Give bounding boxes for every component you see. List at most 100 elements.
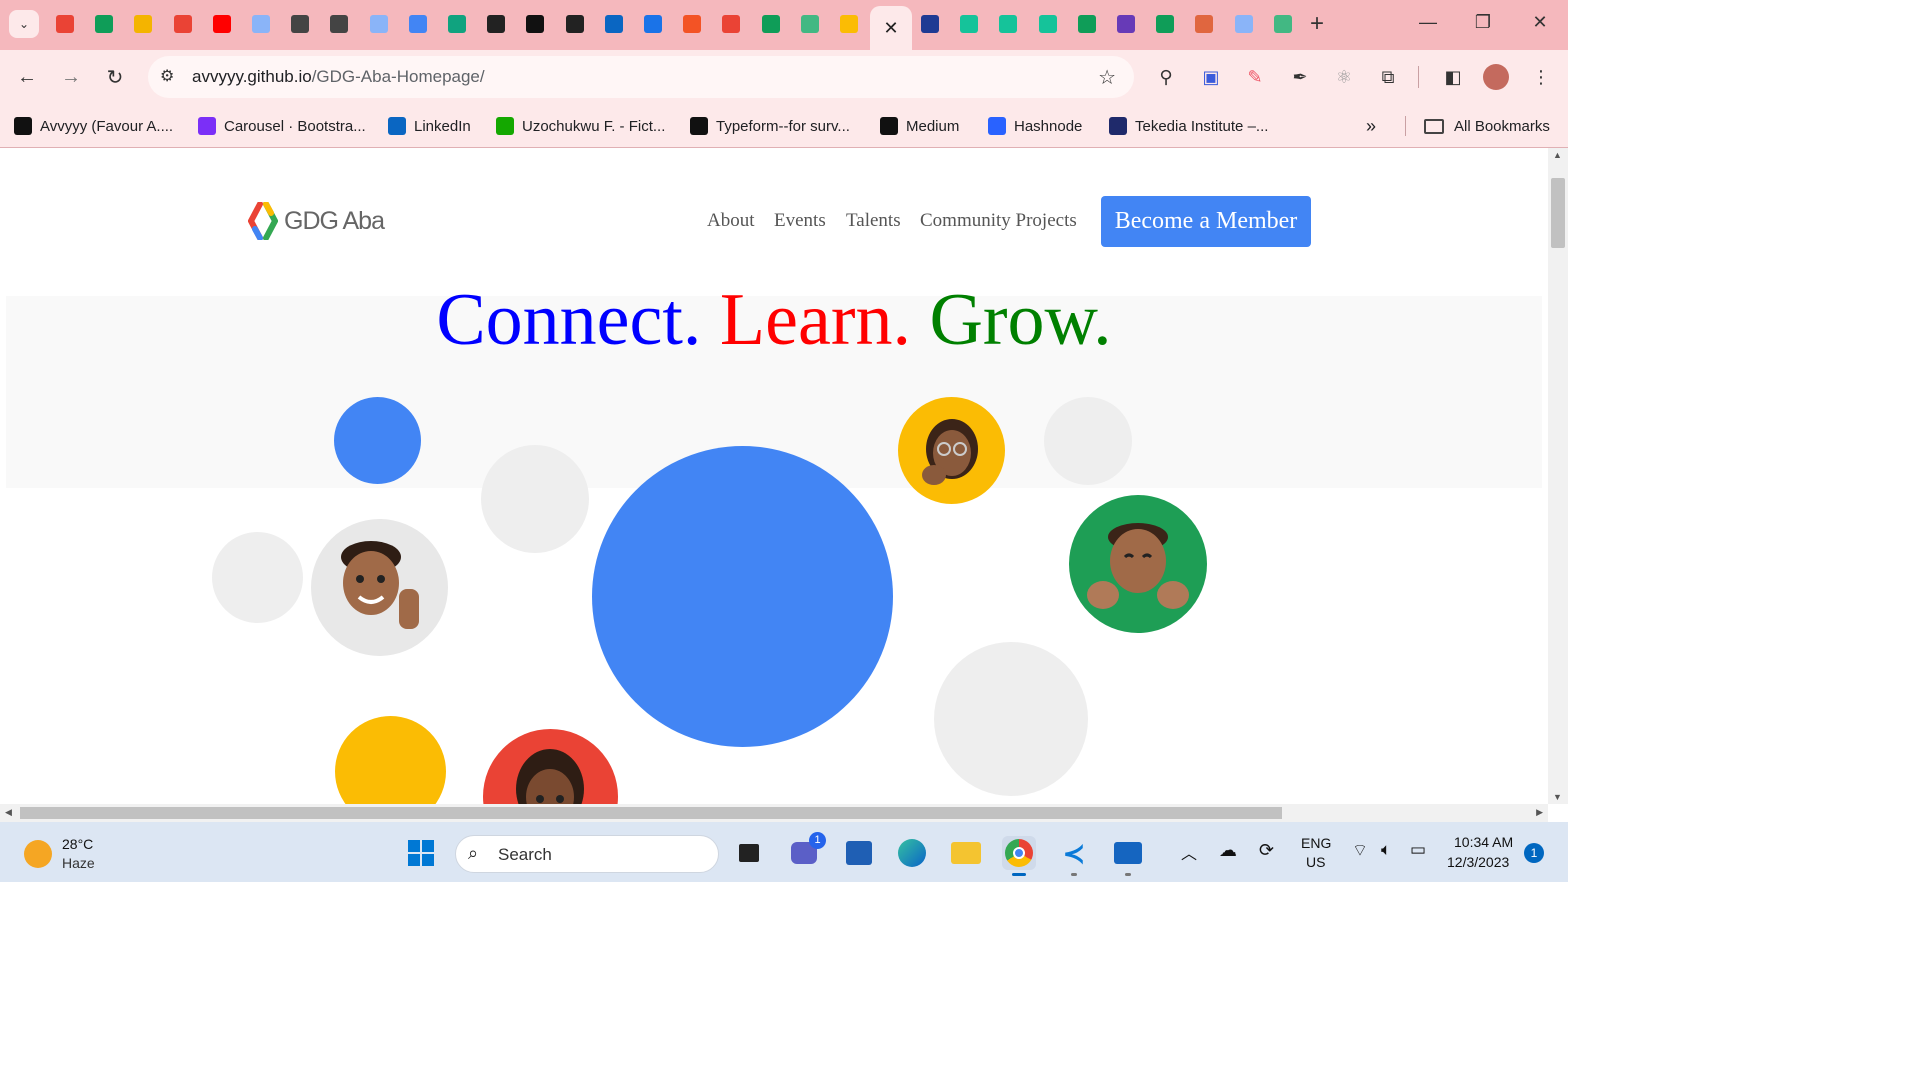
window-close-button[interactable]: ✕: [1525, 12, 1555, 33]
browser-tab[interactable]: [50, 9, 80, 39]
gdg-logo-icon: [248, 202, 278, 240]
browser-tab[interactable]: [1189, 9, 1219, 39]
side-panel-icon[interactable]: ◧: [1440, 64, 1466, 90]
task-view-button[interactable]: [732, 836, 766, 870]
profile-avatar[interactable]: [1483, 64, 1509, 90]
bookmark-item[interactable]: Typeform--for surv...: [690, 114, 850, 138]
horizontal-scroll-thumb[interactable]: [20, 807, 1282, 819]
microsoft-store-button[interactable]: [842, 836, 876, 870]
clock-time[interactable]: 10:34 AM: [1454, 834, 1513, 850]
bookmark-item[interactable]: Medium: [880, 114, 959, 138]
bookmark-star-icon[interactable]: ☆: [1098, 65, 1116, 90]
browser-tab[interactable]: [403, 9, 433, 39]
chevron-up-icon[interactable]: ︿: [1181, 840, 1197, 864]
browser-tab[interactable]: [756, 9, 786, 39]
bookmark-item[interactable]: Uzochukwu F. - Fict...: [496, 114, 665, 138]
browser-tab[interactable]: [442, 9, 472, 39]
bookmark-item[interactable]: Carousel · Bootstra...: [198, 114, 366, 138]
browser-tab[interactable]: [1229, 9, 1259, 39]
browser-tab[interactable]: [520, 9, 550, 39]
close-icon[interactable]: ✕: [883, 18, 898, 39]
browser-tab[interactable]: [993, 9, 1023, 39]
notification-badge[interactable]: 1: [1524, 843, 1544, 863]
wifi-icon[interactable]: ⌔: [1352, 840, 1368, 861]
bookmark-item[interactable]: Avvyyy (Favour A....: [14, 114, 173, 138]
back-button[interactable]: ←: [12, 62, 42, 92]
browser-tab[interactable]: [168, 9, 198, 39]
browser-tab[interactable]: [1268, 9, 1298, 39]
tab-search-button[interactable]: ⌄: [9, 10, 39, 38]
scroll-down-arrow-icon[interactable]: ▼: [1553, 792, 1562, 802]
teams-chat-button[interactable]: 1: [787, 832, 826, 870]
start-button[interactable]: [404, 836, 438, 870]
extension-icon[interactable]: ✎: [1242, 64, 1268, 90]
bookmark-item[interactable]: Tekedia Institute –...: [1109, 114, 1268, 138]
sync-icon[interactable]: ⟳: [1259, 840, 1274, 861]
all-bookmarks-button[interactable]: All Bookmarks: [1424, 114, 1550, 138]
react-devtools-icon[interactable]: ⚛: [1331, 64, 1357, 90]
browser-tab[interactable]: [481, 9, 511, 39]
scroll-left-arrow-icon[interactable]: ◀: [5, 807, 12, 818]
browser-tab[interactable]: [716, 9, 746, 39]
browser-tab[interactable]: [834, 9, 864, 39]
battery-icon[interactable]: ▭: [1410, 840, 1426, 860]
reload-button[interactable]: ↻: [100, 62, 130, 92]
site-info-icon[interactable]: ⚙: [160, 66, 174, 86]
browser-tab[interactable]: [207, 9, 237, 39]
browser-tab[interactable]: [324, 9, 354, 39]
vscode-button[interactable]: ≺: [1057, 836, 1091, 876]
nav-events[interactable]: Events: [774, 210, 826, 232]
media-player-icon: [1114, 842, 1142, 864]
eyedropper-extension-icon[interactable]: ✒: [1287, 64, 1313, 90]
nav-community-projects[interactable]: Community Projects: [920, 210, 1077, 232]
language-line2[interactable]: US: [1306, 854, 1325, 870]
browser-tab[interactable]: [638, 9, 668, 39]
taskbar-search[interactable]: ⌕ Search: [455, 835, 719, 873]
menu-kebab-icon[interactable]: ⋮: [1528, 64, 1554, 90]
browser-tab[interactable]: [128, 9, 158, 39]
vertical-scroll-thumb[interactable]: [1551, 178, 1565, 248]
scroll-right-arrow-icon[interactable]: ▶: [1536, 807, 1543, 818]
browser-tab[interactable]: [246, 9, 276, 39]
browser-tab[interactable]: [89, 9, 119, 39]
tie-favicon-icon: [644, 15, 662, 33]
onedrive-cloud-icon[interactable]: ☁: [1219, 840, 1237, 861]
volume-icon[interactable]: 🔈︎: [1381, 840, 1391, 860]
tab-active[interactable]: ✕: [870, 6, 912, 50]
extension-icon[interactable]: ⚲: [1153, 64, 1179, 90]
media-player-button[interactable]: [1111, 836, 1145, 876]
edge-button[interactable]: [895, 836, 929, 870]
clock-date[interactable]: 12/3/2023: [1447, 854, 1509, 870]
browser-tab[interactable]: [285, 9, 315, 39]
browser-tab[interactable]: [1033, 9, 1063, 39]
address-bar[interactable]: ⚙ avvyyy.github.io/GDG-Aba-Homepage/ ☆: [148, 56, 1134, 98]
new-tab-button[interactable]: +: [1302, 9, 1332, 39]
browser-tab[interactable]: [1150, 9, 1180, 39]
file-explorer-button[interactable]: [949, 836, 983, 870]
browser-tab[interactable]: [364, 9, 394, 39]
site-logo[interactable]: GDG Aba: [248, 202, 385, 240]
bookmark-item[interactable]: Hashnode: [988, 114, 1082, 138]
browser-tab[interactable]: [1072, 9, 1102, 39]
language-line1[interactable]: ENG: [1301, 835, 1331, 851]
browser-tab[interactable]: [677, 9, 707, 39]
weather-widget[interactable]: 28°C Haze: [22, 832, 122, 874]
browser-tab[interactable]: [560, 9, 590, 39]
browser-tab[interactable]: [954, 9, 984, 39]
forward-button[interactable]: →: [56, 62, 86, 92]
browser-tab[interactable]: [1111, 9, 1141, 39]
browser-tab[interactable]: [915, 9, 945, 39]
extensions-puzzle-icon[interactable]: ⧉: [1375, 64, 1401, 90]
browser-tab[interactable]: [795, 9, 825, 39]
become-member-button[interactable]: Become a Member: [1101, 196, 1311, 247]
nav-about[interactable]: About: [707, 210, 755, 232]
nav-talents[interactable]: Talents: [846, 210, 901, 232]
bookmark-item[interactable]: LinkedIn: [388, 114, 471, 138]
browser-tab[interactable]: [599, 9, 629, 39]
extension-icon[interactable]: ▣: [1198, 64, 1224, 90]
scroll-up-arrow-icon[interactable]: ▲: [1553, 150, 1562, 160]
chrome-taskbar-button[interactable]: [1002, 836, 1036, 876]
minimize-button[interactable]: —: [1413, 12, 1443, 33]
restore-button[interactable]: ❐: [1468, 12, 1498, 33]
more-bookmarks-button[interactable]: »: [1366, 114, 1376, 138]
